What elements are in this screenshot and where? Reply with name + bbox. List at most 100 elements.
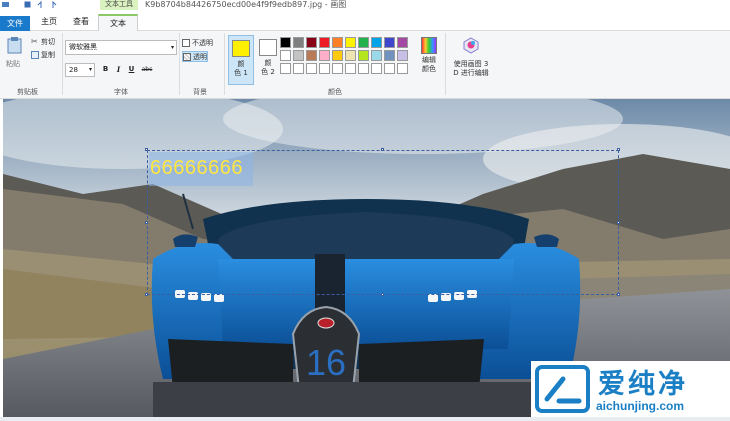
palette-color-swatch[interactable] bbox=[293, 37, 304, 48]
palette-color-swatch[interactable] bbox=[345, 50, 356, 61]
tab-text[interactable]: 文本 bbox=[98, 14, 138, 31]
copy-button[interactable]: 复制 bbox=[31, 50, 55, 61]
bold-button[interactable]: B bbox=[100, 64, 111, 75]
edit-colors-label-bottom: 颜色 bbox=[422, 65, 436, 73]
palette-color-swatch[interactable] bbox=[371, 50, 382, 61]
edit-colors-button[interactable]: 编辑 颜色 bbox=[419, 35, 439, 83]
resize-handle[interactable] bbox=[617, 221, 620, 224]
paint-window: 文本工具 K9b8704b84426750ecd00e4f9f9edb897.j… bbox=[0, 0, 730, 421]
ribbon-tab-row: 文件 主页 查看 文本 bbox=[0, 10, 730, 31]
palette-color-swatch[interactable] bbox=[345, 63, 356, 74]
document-title: K9b8704b84426750ecd00e4f9f9edb897.jpg - … bbox=[145, 0, 347, 9]
resize-handle[interactable] bbox=[145, 293, 148, 296]
opaque-icon bbox=[182, 39, 190, 47]
resize-handle[interactable] bbox=[145, 148, 148, 151]
palette-color-swatch[interactable] bbox=[319, 50, 330, 61]
tab-home[interactable]: 主页 bbox=[34, 14, 64, 31]
separator bbox=[224, 33, 225, 95]
undo-quick-icon[interactable] bbox=[37, 1, 44, 8]
palette-color-swatch[interactable] bbox=[332, 37, 343, 48]
chevron-down-icon: ▾ bbox=[88, 66, 92, 73]
title-bar: 文本工具 K9b8704b84426750ecd00e4f9f9edb897.j… bbox=[0, 0, 730, 10]
context-tab-title: 文本工具 bbox=[100, 0, 138, 10]
resize-handle[interactable] bbox=[617, 293, 620, 296]
palette-color-swatch[interactable] bbox=[306, 37, 317, 48]
resize-handle[interactable] bbox=[617, 148, 620, 151]
color-wheel-icon bbox=[421, 37, 437, 54]
palette-color-swatch[interactable] bbox=[371, 37, 382, 48]
palette-color-swatch[interactable] bbox=[306, 63, 317, 74]
palette-color-swatch[interactable] bbox=[280, 63, 291, 74]
watermark-logo-icon bbox=[535, 365, 590, 413]
scissors-icon: ✂ bbox=[31, 37, 38, 46]
palette-color-swatch[interactable] bbox=[280, 37, 291, 48]
background-group-label: 背景 bbox=[193, 88, 207, 96]
palette-color-swatch[interactable] bbox=[358, 63, 369, 74]
chevron-down-icon: ▾ bbox=[170, 44, 174, 51]
separator bbox=[445, 33, 446, 95]
resize-handle[interactable] bbox=[381, 293, 384, 296]
font-group-label: 字体 bbox=[114, 88, 128, 96]
canvas-text[interactable]: 66666666 bbox=[150, 157, 243, 180]
paint3d-label-bottom: D 进行编辑 bbox=[453, 69, 489, 77]
color2-button[interactable]: 颜 色 2 bbox=[255, 35, 281, 85]
color2-label-bottom: 色 2 bbox=[261, 68, 275, 76]
transparent-icon bbox=[183, 53, 191, 61]
edit-colors-label-top: 编辑 bbox=[422, 56, 436, 64]
color1-swatch bbox=[232, 40, 250, 57]
opaque-label: 不透明 bbox=[192, 39, 213, 47]
palette-color-swatch[interactable] bbox=[358, 50, 369, 61]
palette-color-swatch[interactable] bbox=[319, 37, 330, 48]
palette-color-swatch[interactable] bbox=[293, 63, 304, 74]
strikethrough-button[interactable]: abc bbox=[140, 64, 154, 75]
palette-color-swatch[interactable] bbox=[345, 37, 356, 48]
save-quick-icon[interactable] bbox=[24, 1, 31, 8]
resize-handle[interactable] bbox=[381, 148, 384, 151]
color2-label-top: 颜 bbox=[264, 59, 272, 67]
palette-color-swatch[interactable] bbox=[384, 50, 395, 61]
opaque-option[interactable]: 不透明 bbox=[182, 38, 213, 49]
palette-color-swatch[interactable] bbox=[397, 63, 408, 74]
paint-app-icon[interactable] bbox=[2, 1, 9, 8]
underline-button[interactable]: U bbox=[126, 64, 137, 75]
separator bbox=[62, 33, 63, 95]
palette-color-swatch[interactable] bbox=[397, 37, 408, 48]
clipboard-icon bbox=[7, 37, 22, 54]
watermark-brand: 爱纯净 bbox=[598, 369, 688, 400]
tab-view[interactable]: 查看 bbox=[66, 14, 96, 31]
palette-color-swatch[interactable] bbox=[384, 63, 395, 74]
edit-with-paint3d-button[interactable]: 使用画图 3 D 进行编辑 bbox=[450, 35, 492, 83]
colors-group-label: 颜色 bbox=[328, 88, 342, 96]
color1-label-top: 颜 bbox=[237, 60, 245, 68]
font-family-select[interactable]: 微软雅黑 ▾ bbox=[65, 40, 177, 55]
palette-color-swatch[interactable] bbox=[293, 50, 304, 61]
palette-color-swatch[interactable] bbox=[371, 63, 382, 74]
cut-button[interactable]: ✂ 剪切 bbox=[31, 37, 55, 48]
watermark-url: aichunjing.com bbox=[596, 399, 685, 413]
palette-color-swatch[interactable] bbox=[358, 37, 369, 48]
font-size-value: 28 bbox=[69, 66, 78, 74]
transparent-option[interactable]: 透明 bbox=[182, 51, 208, 62]
palette-color-swatch[interactable] bbox=[384, 37, 395, 48]
copy-icon bbox=[31, 51, 39, 59]
cut-label: 剪切 bbox=[41, 38, 55, 46]
italic-button[interactable]: I bbox=[113, 64, 124, 75]
paste-label: 粘贴 bbox=[6, 60, 20, 68]
palette-color-swatch[interactable] bbox=[332, 63, 343, 74]
color1-button[interactable]: 颜 色 1 bbox=[228, 35, 254, 85]
palette-color-swatch[interactable] bbox=[319, 63, 330, 74]
car-number: 16 bbox=[306, 342, 346, 383]
tab-file[interactable]: 文件 bbox=[0, 16, 30, 31]
palette-color-swatch[interactable] bbox=[306, 50, 317, 61]
resize-handle[interactable] bbox=[145, 221, 148, 224]
font-size-select[interactable]: 28 ▾ bbox=[65, 63, 95, 77]
copy-label: 复制 bbox=[41, 51, 55, 59]
palette-color-swatch[interactable] bbox=[397, 50, 408, 61]
clipboard-group-label: 剪贴板 bbox=[17, 88, 38, 96]
palette-color-swatch[interactable] bbox=[332, 50, 343, 61]
separator bbox=[179, 33, 180, 95]
transparent-label: 透明 bbox=[193, 53, 207, 61]
paste-button[interactable]: 粘贴 bbox=[4, 35, 26, 71]
redo-quick-icon[interactable] bbox=[50, 1, 57, 8]
palette-color-swatch[interactable] bbox=[280, 50, 291, 61]
